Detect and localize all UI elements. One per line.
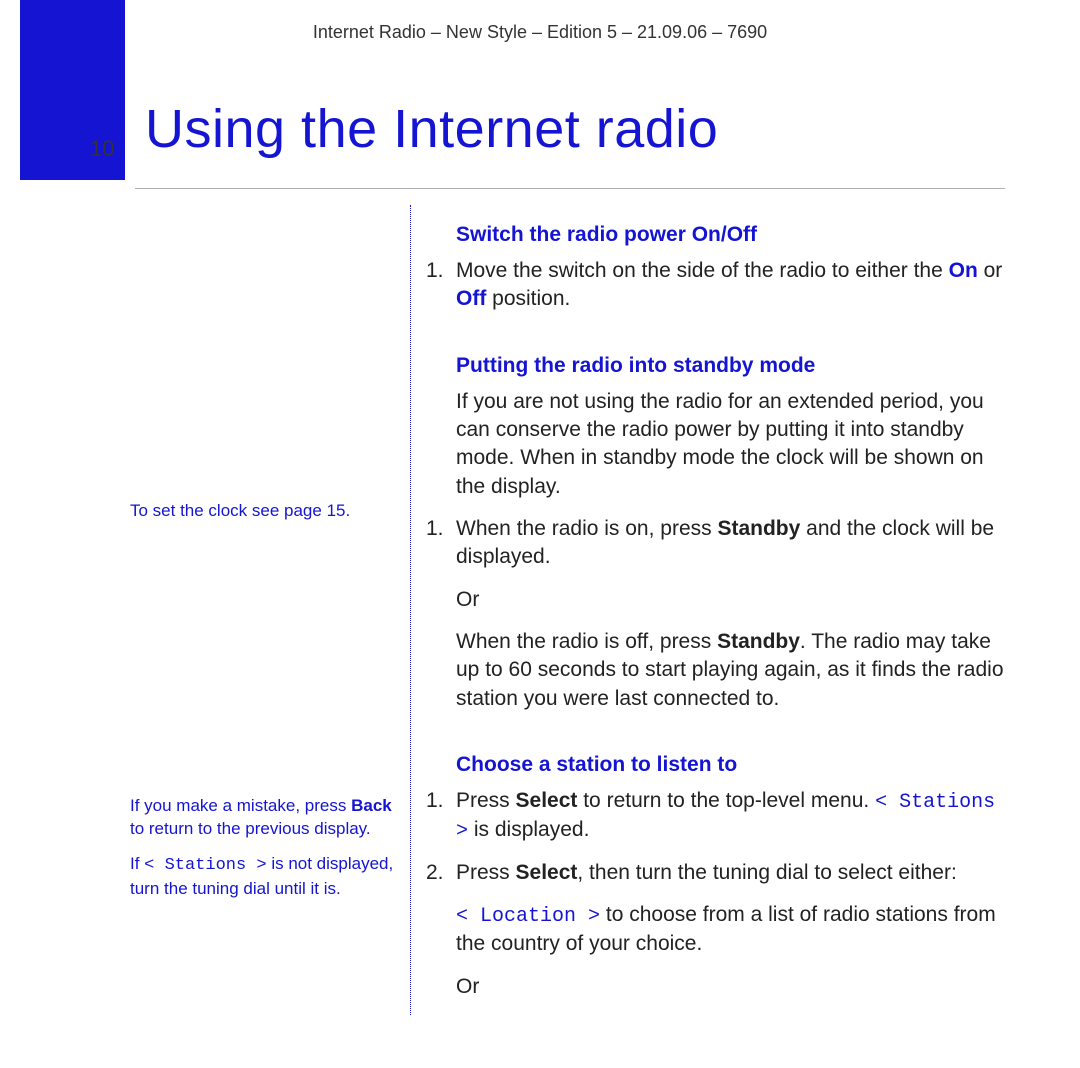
step-number: 2.	[426, 859, 456, 887]
document-meta: Internet Radio – New Style – Edition 5 –…	[0, 0, 1080, 43]
text: position.	[486, 287, 570, 310]
column-divider	[410, 205, 411, 1015]
mono-location: < Location >	[456, 905, 600, 928]
main-content: Switch the radio power On/Off 1. Move th…	[426, 205, 1010, 1015]
or-text: Or	[456, 586, 1010, 614]
text: , then turn the tuning dial to select ei…	[577, 861, 956, 884]
step-number: 1.	[426, 257, 456, 314]
text: Press	[456, 789, 516, 812]
sidenote-stations: If < Stations > is not displayed, turn t…	[130, 853, 395, 901]
sidebar: To set the clock see page 15. If you mak…	[130, 205, 410, 1015]
text: If you make a mistake, press	[130, 796, 351, 815]
content-columns: To set the clock see page 15. If you mak…	[130, 205, 1010, 1015]
text: to return to the previous display.	[130, 819, 371, 838]
text: When the radio is on, press	[456, 517, 717, 540]
step-1-choose: 1. Press Select to return to the top-lev…	[426, 787, 1010, 845]
text: to return to the top-level menu.	[577, 789, 875, 812]
location-option: < Location > to choose from a list of ra…	[456, 901, 1010, 958]
step-1: 1. Move the switch on the side of the ra…	[426, 257, 1010, 314]
step-2-choose: 2. Press Select, then turn the tuning di…	[426, 859, 1010, 887]
bold-back: Back	[351, 796, 392, 815]
page-title: Using the Internet radio	[145, 98, 718, 160]
heading-power: Switch the radio power On/Off	[456, 223, 1010, 247]
step-number: 1.	[426, 787, 456, 845]
step-1-standby: 1. When the radio is on, press Standby a…	[426, 515, 1010, 572]
bold-standby: Standby	[717, 630, 800, 653]
step-number: 1.	[426, 515, 456, 572]
or-text: Or	[456, 973, 1010, 1001]
bold-select: Select	[516, 861, 578, 884]
bold-on: On	[949, 259, 978, 282]
bold-select: Select	[516, 789, 578, 812]
heading-standby: Putting the radio into standby mode	[456, 354, 1010, 378]
bold-off: Off	[456, 287, 486, 310]
title-rule	[135, 188, 1005, 189]
mono-stations: < Stations >	[144, 856, 266, 875]
page-number: 10	[90, 136, 114, 162]
text: or	[978, 259, 1003, 282]
text: Move the switch on the side of the radio…	[456, 259, 949, 282]
manual-page: Internet Radio – New Style – Edition 5 –…	[0, 0, 1080, 1068]
bold-standby: Standby	[717, 517, 800, 540]
text: is displayed.	[468, 818, 589, 841]
standby-intro: If you are not using the radio for an ex…	[456, 388, 1010, 501]
text: When the radio is off, press	[456, 630, 717, 653]
standby-continued: When the radio is off, press Standby. Th…	[456, 628, 1010, 713]
text: If	[130, 854, 144, 873]
text: Press	[456, 861, 516, 884]
sidenote-clock: To set the clock see page 15.	[130, 500, 395, 523]
heading-choose-station: Choose a station to listen to	[456, 753, 1010, 777]
sidenote-back: If you make a mistake, press Back to ret…	[130, 795, 395, 841]
